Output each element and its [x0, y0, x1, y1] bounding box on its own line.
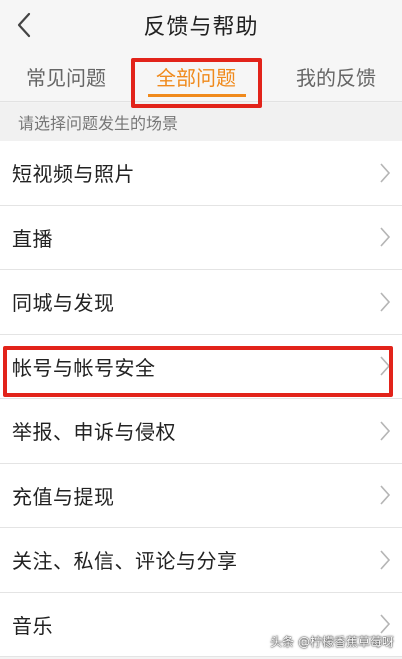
list-item-account-security[interactable]: 帐号与帐号安全 — [0, 334, 402, 399]
list-item-label: 关注、私信、评论与分享 — [12, 549, 238, 574]
chevron-right-icon — [380, 421, 391, 441]
chevron-right-icon — [380, 356, 391, 376]
list-item-recharge-withdraw[interactable]: 充值与提现 — [0, 463, 402, 528]
feedback-help-screen: 反馈与帮助 常见问题 全部问题 我的反馈 请选择问题发生的场景 短视频与照片 直… — [0, 0, 402, 659]
list-item-follow-message-share[interactable]: 关注、私信、评论与分享 — [0, 528, 402, 593]
chevron-right-icon — [380, 550, 391, 570]
chevron-right-icon — [380, 163, 391, 183]
watermark: 头条 @柠檬香蕉草莓呀 — [270, 635, 394, 649]
list-item-label: 举报、申诉与侵权 — [12, 420, 176, 445]
list-item-label: 短视频与照片 — [12, 162, 135, 187]
list-item-label: 充值与提现 — [12, 484, 115, 509]
list-item-label: 同城与发现 — [12, 291, 115, 316]
scenario-list: 短视频与照片 直播 同城与发现 帐号与帐号安全 举报、申诉与侵权 充值与提现 关… — [0, 141, 402, 657]
list-item-label: 直播 — [12, 226, 53, 251]
list-item-local-discover[interactable]: 同城与发现 — [0, 270, 402, 335]
list-item-label: 帐号与帐号安全 — [12, 355, 156, 380]
header-bar: 反馈与帮助 — [0, 0, 402, 50]
chevron-right-icon — [380, 292, 391, 312]
list-item-label: 音乐 — [12, 613, 53, 638]
active-tab-indicator — [148, 94, 246, 97]
list-item-report-appeal[interactable]: 举报、申诉与侵权 — [0, 399, 402, 464]
tab-bar: 常见问题 全部问题 我的反馈 — [0, 50, 402, 102]
list-item-short-video[interactable]: 短视频与照片 — [0, 141, 402, 206]
page-title: 反馈与帮助 — [143, 15, 259, 40]
tab-common-questions[interactable]: 常见问题 — [10, 50, 122, 102]
chevron-left-icon — [17, 12, 31, 38]
chevron-right-icon — [380, 485, 391, 505]
chevron-right-icon — [380, 227, 391, 247]
chevron-right-icon — [380, 614, 391, 634]
tab-my-feedback[interactable]: 我的反馈 — [280, 50, 392, 102]
list-item-live[interactable]: 直播 — [0, 205, 402, 270]
section-prompt: 请选择问题发生的场景 — [0, 103, 402, 141]
back-button[interactable] — [6, 6, 42, 44]
